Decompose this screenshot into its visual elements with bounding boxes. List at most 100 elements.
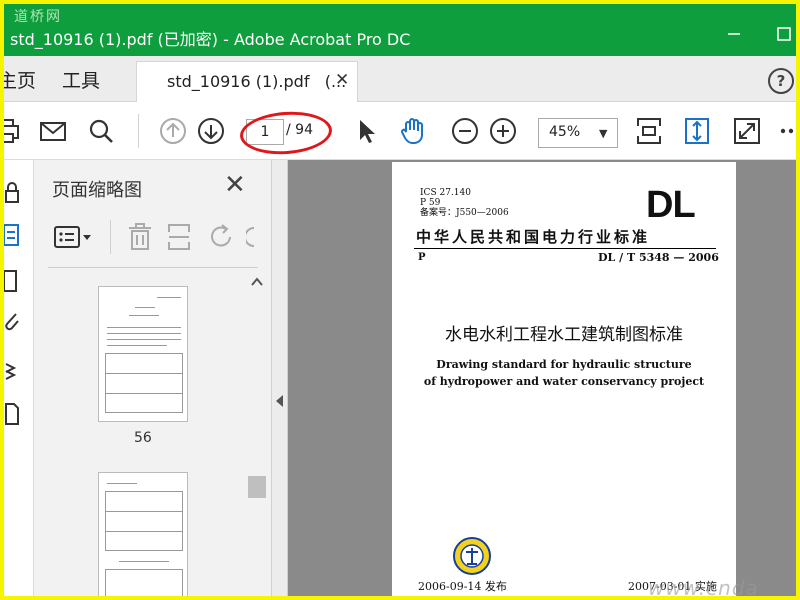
hand-tool-button[interactable]	[398, 116, 428, 146]
document-view[interactable]: ICS 27.140 P 59 备案号：J550—2006 DL 中华人民共和国…	[288, 160, 796, 596]
lock-icon[interactable]	[4, 180, 26, 206]
thumb-table	[105, 491, 183, 551]
title-bar: 道桥网 std_10916 (1).pdf (已加密) - Adobe Acro…	[4, 4, 796, 56]
site-watermark-bottom: www.cnda	[648, 576, 759, 596]
ics-line: P 59	[420, 198, 441, 208]
search-icon	[89, 119, 113, 143]
fullscreen-button[interactable]	[732, 116, 762, 146]
thumb-line	[107, 339, 181, 340]
tab-home[interactable]: 主页	[4, 66, 36, 93]
search-button[interactable]	[86, 116, 116, 146]
english-title-line: of hydropower and water conservancy proj…	[423, 375, 705, 388]
thumbnail-page[interactable]	[98, 286, 188, 422]
navigation-pane-strip	[4, 160, 34, 596]
scrolling-mode-button[interactable]	[682, 116, 712, 146]
chevron-down-icon: ▼	[599, 127, 608, 140]
help-button[interactable]: ?	[768, 68, 794, 94]
thumb-line	[105, 511, 183, 512]
thumb-table	[105, 569, 183, 596]
insert-page-icon	[168, 224, 190, 250]
thumbnail-page[interactable]	[98, 472, 188, 596]
toolbar: 1 / 94 45% ▼	[4, 102, 796, 160]
pdf-page: ICS 27.140 P 59 备案号：J550—2006 DL 中华人民共和国…	[392, 162, 736, 596]
standard-code: DL / T 5348 — 2006	[598, 251, 719, 264]
thumb-line	[129, 315, 159, 316]
ics-line: 备案号：J550—2006	[420, 208, 509, 218]
panel-divider	[48, 267, 258, 268]
hand-tool-icon	[401, 118, 423, 144]
print-button[interactable]	[4, 116, 22, 146]
publisher-seal-icon	[453, 537, 491, 575]
rotate-clockwise-button[interactable]	[244, 222, 270, 256]
collapse-panel-handle[interactable]	[272, 160, 288, 596]
thumb-line	[107, 483, 137, 484]
thumbnail-scrollbar[interactable]	[248, 276, 266, 596]
thumbnail-tools	[50, 220, 270, 254]
document-tab-label: std_10916 (1).pdf (...	[167, 72, 346, 91]
attachment-icon[interactable]	[4, 310, 26, 336]
zoom-in-icon	[490, 118, 516, 144]
ics-info: ICS 27.140 P 59 备案号：J550—2006	[420, 188, 509, 218]
scrollbar-thumb[interactable]	[248, 476, 266, 498]
rotate-page-button[interactable]	[208, 222, 236, 256]
layers-icon[interactable]	[4, 358, 26, 384]
zoom-select[interactable]: 45% ▼	[538, 118, 618, 148]
site-watermark: 道桥网	[14, 9, 62, 25]
page-up-icon	[160, 118, 186, 144]
tab-bar: 主页 工具 std_10916 (1).pdf (... ✕ ?	[4, 56, 796, 102]
standard-title: 中华人民共和国电力行业标准	[416, 228, 651, 246]
delete-page-button[interactable]	[126, 222, 154, 256]
minimize-button[interactable]	[722, 22, 746, 46]
file-icon[interactable]	[4, 400, 26, 426]
title-rule	[414, 248, 716, 249]
scrolling-mode-icon	[685, 118, 709, 144]
fit-page-icon	[637, 118, 661, 144]
thumb-line	[107, 333, 181, 334]
thumbnail-page-number: 56	[134, 430, 152, 446]
thumb-line	[105, 393, 183, 394]
thumb-line	[119, 561, 169, 562]
page-down-icon	[198, 118, 224, 144]
zoom-out-button[interactable]	[450, 116, 480, 146]
thumb-line	[105, 373, 183, 374]
acrobat-window: 道桥网 std_10916 (1).pdf (已加密) - Adobe Acro…	[4, 4, 796, 596]
rotate-icon	[211, 224, 231, 247]
document-tab-name: std_10916 (1).pdf	[167, 72, 310, 91]
document-main-title: 水电水利工程水工建筑制图标准	[445, 325, 683, 345]
chevron-up-icon[interactable]	[250, 276, 264, 288]
tab-document[interactable]: std_10916 (1).pdf (... ✕	[136, 61, 358, 102]
more-button[interactable]	[778, 116, 796, 146]
maximize-button[interactable]	[772, 22, 796, 46]
page-thumbnails-icon[interactable]	[4, 222, 26, 248]
minimize-icon	[728, 33, 740, 35]
category-code: P	[418, 252, 426, 263]
thumb-line	[107, 345, 167, 346]
maximize-icon	[777, 27, 791, 41]
page-thumbnails-panel: 页面缩略图 ✕ 56	[34, 160, 272, 596]
thumb-line	[135, 307, 155, 308]
fullscreen-icon	[734, 118, 760, 144]
select-cursor-icon	[360, 120, 375, 143]
next-page-button[interactable]	[196, 116, 226, 146]
close-panel-button[interactable]: ✕	[224, 170, 246, 200]
bookmark-icon[interactable]	[4, 268, 26, 294]
tab-tools[interactable]: 工具	[62, 66, 100, 93]
zoom-out-icon	[452, 118, 478, 144]
english-title-line: Drawing standard for hydraulic structure	[436, 358, 692, 371]
extract-page-button[interactable]	[166, 222, 194, 256]
rotate-cw-icon	[244, 227, 255, 247]
fit-page-button[interactable]	[634, 116, 664, 146]
red-annotation-circle	[238, 108, 334, 158]
print-icon	[4, 119, 19, 143]
thumb-line	[107, 327, 181, 328]
zoom-in-button[interactable]	[488, 116, 518, 146]
thumb-line	[157, 297, 181, 298]
email-button[interactable]	[38, 116, 68, 146]
tools-divider	[110, 220, 111, 254]
select-tool-button[interactable]	[352, 116, 382, 146]
email-icon	[40, 122, 66, 141]
window-title: std_10916 (1).pdf (已加密) - Adobe Acrobat …	[10, 30, 411, 49]
close-tab-button[interactable]: ✕	[335, 70, 349, 90]
options-menu-button[interactable]	[54, 224, 94, 256]
previous-page-button[interactable]	[158, 116, 188, 146]
